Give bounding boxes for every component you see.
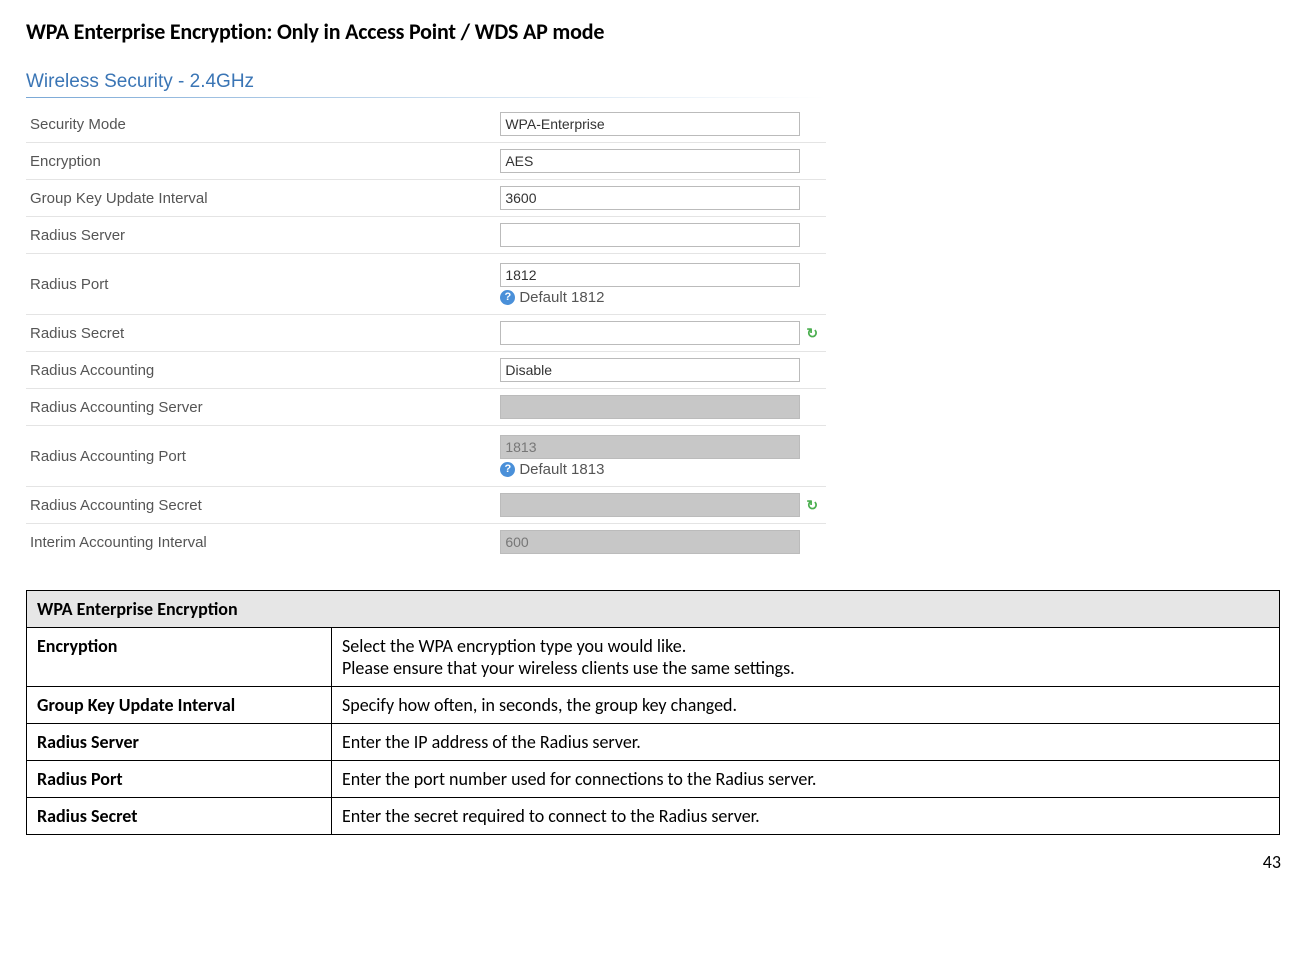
row-acct-secret: Radius Accounting Secret ↻ <box>26 487 826 524</box>
input-radius-secret[interactable] <box>500 321 800 345</box>
wireless-security-panel: Wireless Security - 2.4GHz Security Mode… <box>26 71 826 560</box>
label-encryption: Encryption <box>26 143 496 180</box>
row-radius-secret: Radius Secret ↻ <box>26 315 826 352</box>
hint-acct-port: ? Default 1813 <box>500 459 822 478</box>
input-group-key[interactable] <box>500 186 800 210</box>
hint-text: Default 1813 <box>519 461 604 478</box>
def-label: Radius Server <box>27 724 332 761</box>
input-radius-port[interactable] <box>500 263 800 287</box>
select-encryption[interactable]: AES <box>500 149 800 173</box>
input-radius-server[interactable] <box>500 223 800 247</box>
label-group-key: Group Key Update Interval <box>26 180 496 217</box>
select-radius-accounting[interactable]: Disable <box>500 358 800 382</box>
input-acct-server <box>500 395 800 419</box>
label-acct-secret: Radius Accounting Secret <box>26 487 496 524</box>
def-desc: Enter the IP address of the Radius serve… <box>332 724 1280 761</box>
row-radius-server: Radius Server <box>26 217 826 254</box>
row-radius-port: Radius Port ? Default 1812 <box>26 254 826 315</box>
def-row: Radius Port Enter the port number used f… <box>27 761 1280 798</box>
label-radius-server: Radius Server <box>26 217 496 254</box>
row-security-mode: Security Mode WPA-Enterprise <box>26 106 826 143</box>
def-row: Radius Secret Enter the secret required … <box>27 798 1280 835</box>
row-interim: Interim Accounting Interval <box>26 524 826 561</box>
row-radius-accounting: Radius Accounting Disable <box>26 352 826 389</box>
def-header: WPA Enterprise Encryption <box>27 591 1280 628</box>
def-row: Encryption Select the WPA encryption typ… <box>27 628 1280 687</box>
help-icon: ? <box>500 462 515 477</box>
label-acct-server: Radius Accounting Server <box>26 389 496 426</box>
input-interim <box>500 530 800 554</box>
def-label: Radius Port <box>27 761 332 798</box>
refresh-icon[interactable]: ↻ <box>806 325 818 342</box>
def-desc: Enter the secret required to connect to … <box>332 798 1280 835</box>
def-label: Group Key Update Interval <box>27 687 332 724</box>
def-label: Radius Secret <box>27 798 332 835</box>
panel-title: Wireless Security - 2.4GHz <box>26 71 826 93</box>
label-radius-accounting: Radius Accounting <box>26 352 496 389</box>
def-label: Encryption <box>27 628 332 687</box>
row-encryption: Encryption AES <box>26 143 826 180</box>
page-number: 43 <box>26 851 1287 873</box>
row-acct-server: Radius Accounting Server <box>26 389 826 426</box>
input-acct-secret <box>500 493 800 517</box>
label-radius-port: Radius Port <box>26 254 496 315</box>
label-interim: Interim Accounting Interval <box>26 524 496 561</box>
hint-radius-port: ? Default 1812 <box>500 287 822 306</box>
input-acct-port <box>500 435 800 459</box>
def-desc: Select the WPA encryption type you would… <box>332 628 1280 687</box>
label-radius-secret: Radius Secret <box>26 315 496 352</box>
refresh-icon[interactable]: ↻ <box>806 497 818 514</box>
panel-divider <box>26 97 826 98</box>
page-heading: WPA Enterprise Encryption: Only in Acces… <box>26 18 1287 45</box>
hint-text: Default 1812 <box>519 289 604 306</box>
row-acct-port: Radius Accounting Port ? Default 1813 <box>26 426 826 487</box>
def-desc: Specify how often, in seconds, the group… <box>332 687 1280 724</box>
settings-form: Security Mode WPA-Enterprise Encryption … <box>26 106 826 560</box>
def-desc: Enter the port number used for connectio… <box>332 761 1280 798</box>
row-group-key: Group Key Update Interval <box>26 180 826 217</box>
label-acct-port: Radius Accounting Port <box>26 426 496 487</box>
help-icon: ? <box>500 290 515 305</box>
definition-table: WPA Enterprise Encryption Encryption Sel… <box>26 590 1280 835</box>
label-security-mode: Security Mode <box>26 106 496 143</box>
def-row: Radius Server Enter the IP address of th… <box>27 724 1280 761</box>
select-security-mode[interactable]: WPA-Enterprise <box>500 112 800 136</box>
def-row: Group Key Update Interval Specify how of… <box>27 687 1280 724</box>
